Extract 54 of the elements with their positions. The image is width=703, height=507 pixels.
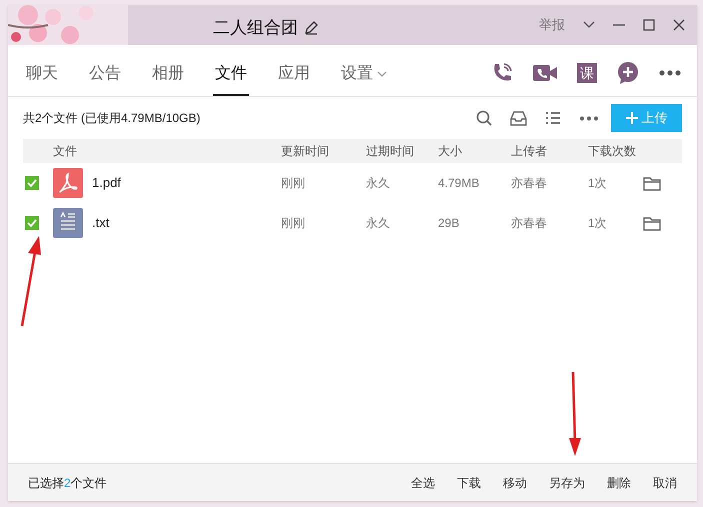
- tab[interactable]: 文件: [213, 62, 249, 96]
- table-cell-text: 亦春春: [511, 175, 548, 192]
- maximize-icon[interactable]: [643, 18, 655, 31]
- table-cell-text: 永久: [366, 215, 391, 232]
- more-icon[interactable]: [659, 70, 681, 76]
- checkbox[interactable]: [25, 176, 39, 190]
- checkmark-icon: [27, 179, 37, 187]
- table-cell-text: 亦春春: [511, 215, 548, 232]
- chevron-down-icon[interactable]: [583, 20, 595, 29]
- table-cell-text: 永久: [366, 175, 391, 192]
- action-link[interactable]: 移动: [503, 474, 527, 492]
- tab[interactable]: 应用: [276, 62, 312, 96]
- column-header: 大小: [438, 143, 463, 160]
- table-cell-text: 29B: [438, 215, 460, 232]
- tab[interactable]: 设置: [339, 62, 389, 96]
- table-cell-text: 刚刚: [281, 175, 306, 192]
- column-header: 过期时间: [366, 143, 415, 160]
- plus-icon: [626, 112, 638, 124]
- file-name[interactable]: .txt: [92, 213, 110, 233]
- action-link[interactable]: 另存为: [549, 474, 585, 492]
- table-cell-text: 刚刚: [281, 215, 306, 232]
- lesson-button[interactable]: 课: [577, 63, 597, 83]
- column-header: 下载次数: [588, 143, 637, 160]
- column-header: 上传者: [511, 143, 548, 160]
- action-link[interactable]: 下载: [457, 474, 481, 492]
- checkbox[interactable]: [25, 216, 39, 230]
- list-icon[interactable]: [545, 111, 561, 125]
- checkmark-icon: [27, 219, 37, 227]
- file-name[interactable]: 1.pdf: [92, 173, 121, 193]
- video-camera-icon[interactable]: [533, 64, 557, 82]
- text-file-icon: [53, 208, 83, 238]
- tab[interactable]: 相册: [150, 62, 186, 96]
- column-header: 文件: [53, 143, 78, 160]
- tab[interactable]: 聊天: [24, 62, 60, 96]
- pdf-file-icon: [53, 168, 83, 198]
- table-cell-text: 4.79MB: [438, 175, 480, 192]
- file-summary: 共2个文件 (已使用4.79MB/10GB): [23, 110, 200, 127]
- tab[interactable]: 公告: [87, 62, 123, 96]
- action-link[interactable]: 删除: [607, 474, 631, 492]
- close-icon[interactable]: [673, 18, 685, 31]
- search-icon[interactable]: [476, 110, 492, 126]
- table-cell-text: 1次: [588, 215, 608, 232]
- selection-count: 已选择2个文件: [28, 474, 107, 492]
- column-header: 更新时间: [281, 143, 330, 160]
- window-title: 二人组合团: [213, 17, 298, 39]
- more-icon[interactable]: [579, 116, 599, 120]
- table-cell-text: 1次: [588, 175, 608, 192]
- inbox-icon[interactable]: [510, 110, 527, 126]
- folder-icon[interactable]: [643, 216, 661, 230]
- pencil-icon[interactable]: [304, 20, 318, 35]
- action-link[interactable]: 全选: [411, 474, 435, 492]
- folder-icon[interactable]: [643, 176, 661, 190]
- add-icon[interactable]: [617, 62, 639, 84]
- action-link[interactable]: 取消: [653, 474, 677, 492]
